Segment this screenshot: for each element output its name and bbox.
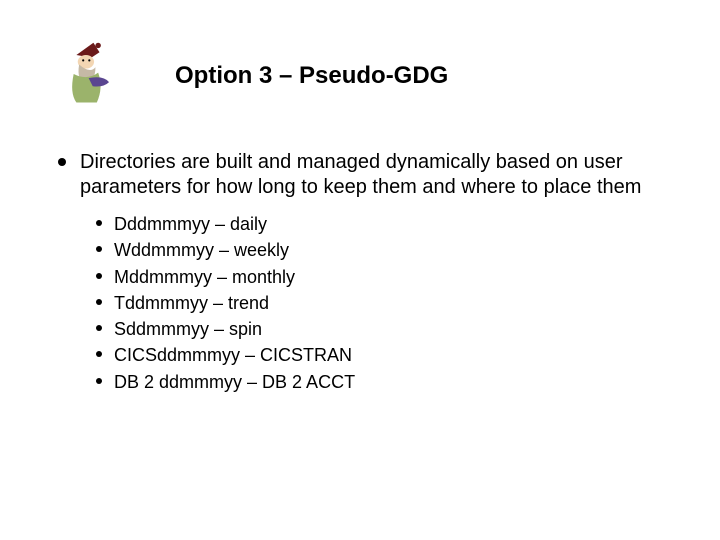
bullet-text: Tddmmmyy – trend [114, 291, 680, 315]
slide-body: Directories are built and managed dynami… [58, 150, 680, 396]
bullet-level2: Sddmmmyy – spin [96, 317, 680, 341]
bullet-level2: Dddmmmyy – daily [96, 212, 680, 236]
bullet-dot-icon [96, 378, 102, 384]
slide: Option 3 – Pseudo-GDG Directories are bu… [0, 0, 720, 540]
slide-title: Option 3 – Pseudo-GDG [175, 62, 448, 90]
bullet-text: Directories are built and managed dynami… [80, 150, 680, 200]
bullet-text: Sddmmmyy – spin [114, 317, 680, 341]
wizard-mascot-icon [56, 40, 124, 108]
bullet-dot-icon [96, 325, 102, 331]
bullet-text: Mddmmmyy – monthly [114, 265, 680, 289]
bullet-level2: DB 2 ddmmmyy – DB 2 ACCT [96, 370, 680, 394]
bullet-level2: Mddmmmyy – monthly [96, 265, 680, 289]
bullet-dot-icon [96, 220, 102, 226]
bullet-text: CICSddmmmyy – CICSTRAN [114, 343, 680, 367]
bullet-dot-icon [96, 246, 102, 252]
bullet-dot-icon [96, 299, 102, 305]
bullet-text: Wddmmmyy – weekly [114, 238, 680, 262]
bullet-dot-icon [58, 158, 66, 166]
sub-bullet-list: Dddmmmyy – daily Wddmmmyy – weekly Mddmm… [96, 212, 680, 394]
bullet-text: DB 2 ddmmmyy – DB 2 ACCT [114, 370, 680, 394]
bullet-dot-icon [96, 273, 102, 279]
bullet-level1: Directories are built and managed dynami… [58, 150, 680, 200]
bullet-dot-icon [96, 351, 102, 357]
bullet-text: Dddmmmyy – daily [114, 212, 680, 236]
bullet-level2: CICSddmmmyy – CICSTRAN [96, 343, 680, 367]
bullet-level2: Tddmmmyy – trend [96, 291, 680, 315]
bullet-level2: Wddmmmyy – weekly [96, 238, 680, 262]
